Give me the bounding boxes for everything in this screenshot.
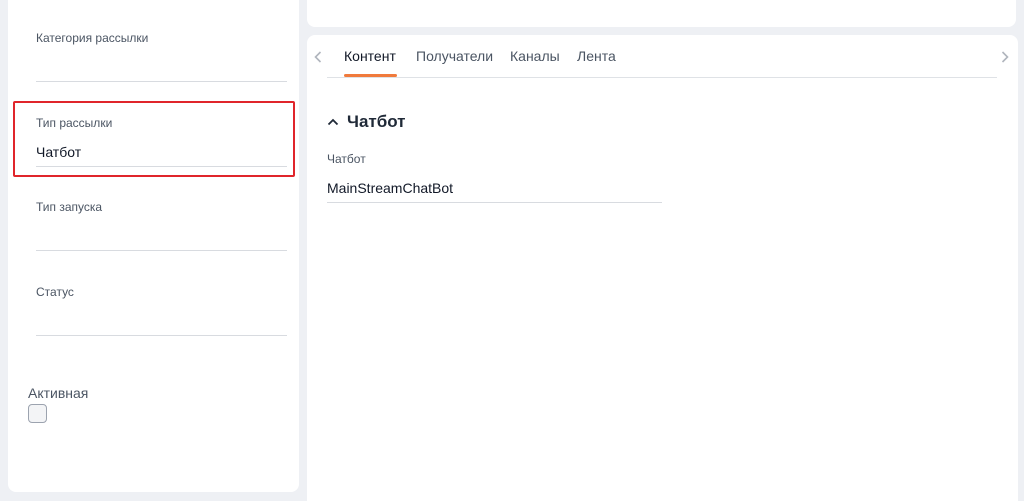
- chevron-up-icon: [327, 118, 339, 126]
- active-label: Активная: [28, 385, 89, 401]
- tabs-bar: Контент Получатели Каналы Лента: [307, 35, 1018, 79]
- status-underline: [36, 335, 287, 336]
- launch-type-field[interactable]: Тип запуска: [36, 200, 287, 251]
- category-underline: [36, 81, 287, 82]
- tab-channels[interactable]: Каналы: [510, 47, 560, 65]
- highlight-frame: [13, 101, 295, 177]
- chatbot-field-underline: [327, 202, 662, 203]
- category-label: Категория рассылки: [36, 31, 149, 45]
- status-field[interactable]: Статус: [36, 285, 287, 336]
- section-title: Чатбот: [347, 112, 406, 131]
- chatbot-section-toggle[interactable]: Чатбот: [327, 112, 406, 132]
- status-label: Статус: [36, 285, 74, 299]
- main-panel: Контент Получатели Каналы Лента Чатбот Ч…: [307, 35, 1018, 501]
- status-value[interactable]: [36, 313, 287, 331]
- tabs-divider: [327, 77, 997, 78]
- active-checkbox[interactable]: [28, 404, 47, 423]
- tab-scroll-right-icon[interactable]: [997, 47, 1013, 67]
- launch-type-underline: [36, 250, 287, 251]
- launch-type-value[interactable]: [36, 228, 287, 246]
- chatbot-field[interactable]: Чатбот MainStreamChatBot: [327, 152, 662, 203]
- tab-scroll-left-icon[interactable]: [310, 47, 326, 67]
- tab-feed[interactable]: Лента: [577, 47, 616, 65]
- tab-recipients[interactable]: Получатели: [416, 47, 493, 65]
- tab-content[interactable]: Контент: [344, 47, 396, 65]
- chatbot-field-value[interactable]: MainStreamChatBot: [327, 179, 662, 197]
- category-value[interactable]: [36, 59, 287, 77]
- left-panel: Категория рассылки Тип рассылки Чатбот Т…: [8, 0, 299, 492]
- chatbot-field-label: Чатбот: [327, 152, 366, 166]
- category-field[interactable]: Категория рассылки: [36, 31, 287, 82]
- launch-type-label: Тип запуска: [36, 200, 103, 214]
- top-right-panel: [307, 0, 1016, 27]
